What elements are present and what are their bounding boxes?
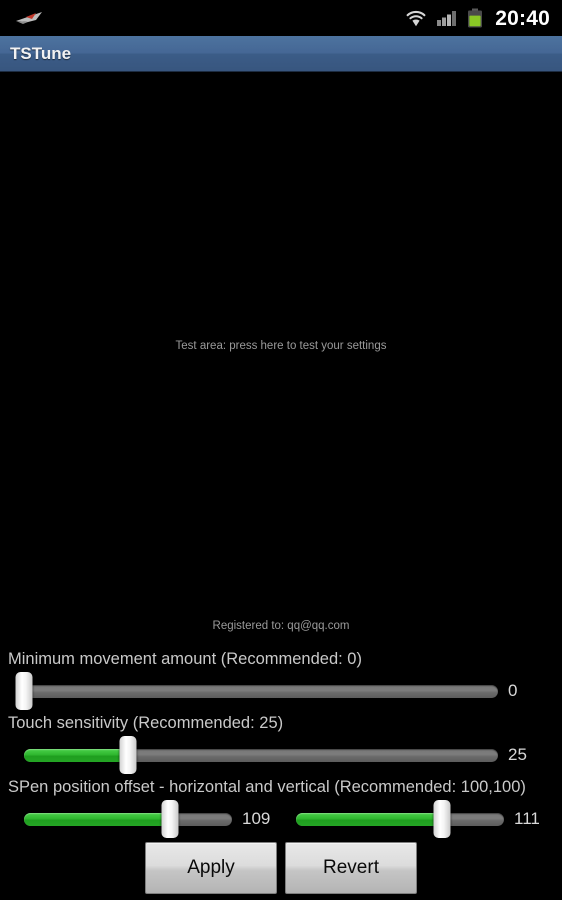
setting-group-label: Touch sensitivity (Recommended: 25) [8, 714, 284, 732]
slider-fill [296, 812, 442, 826]
test-area-label: Test area: press here to test your setti… [175, 339, 387, 352]
status-bar-indicators: 20:40 [405, 8, 562, 29]
cell-signal-icon [437, 11, 457, 26]
action-button-bar: Apply Revert [0, 842, 562, 900]
battery-icon [468, 8, 483, 28]
slider-track[interactable] [24, 800, 232, 838]
slider-thumb[interactable] [119, 736, 137, 774]
status-bar-clock: 20:40 [495, 6, 550, 30]
slider-row: 109 111 [0, 800, 562, 838]
revert-button[interactable]: Revert [285, 842, 417, 894]
slider-thumb[interactable] [433, 800, 451, 838]
slider-value: 111 [514, 809, 540, 828]
status-bar: 20:40 [0, 0, 562, 36]
slider-thumb[interactable] [15, 672, 33, 710]
setting-group-label: SPen position offset - horizontal and ve… [8, 778, 526, 796]
apply-button[interactable]: Apply [145, 842, 277, 894]
slider-track[interactable] [15, 672, 498, 710]
settings-controls: Minimum movement amount (Recommended: 0)… [0, 645, 562, 838]
slider-track[interactable] [24, 736, 498, 774]
slider-fill [24, 812, 170, 826]
slider-value: 0 [508, 681, 518, 700]
touch-sensitivity-slider[interactable]: 25 [24, 736, 538, 774]
minimum-movement-slider[interactable]: 0 [15, 672, 538, 710]
slider-row: 0 [0, 672, 562, 710]
spen-offset-vertical-slider[interactable]: 111 [272, 800, 544, 838]
status-bar-notifications [0, 10, 44, 26]
slider-thumb[interactable] [161, 800, 179, 838]
spen-offset-horizontal-slider[interactable]: 109 [0, 800, 272, 838]
test-area[interactable]: Test area: press here to test your setti… [0, 73, 562, 618]
slider-fill [24, 748, 129, 762]
wifi-icon [406, 10, 426, 27]
slider-value: 25 [508, 745, 527, 764]
dart-arrow-icon [16, 12, 42, 24]
slider-track[interactable] [296, 800, 504, 838]
setting-group-label: Minimum movement amount (Recommended: 0) [8, 650, 362, 668]
slider-row: 25 [0, 736, 562, 774]
app-title: TSTune [10, 43, 72, 63]
registration-label: Registered to: qq@qq.com [212, 620, 350, 632]
app-screen: 20:40 TSTune Test area: press here to te… [0, 0, 562, 900]
app-title-bar: TSTune [0, 36, 562, 72]
slider-value: 109 [242, 809, 271, 828]
